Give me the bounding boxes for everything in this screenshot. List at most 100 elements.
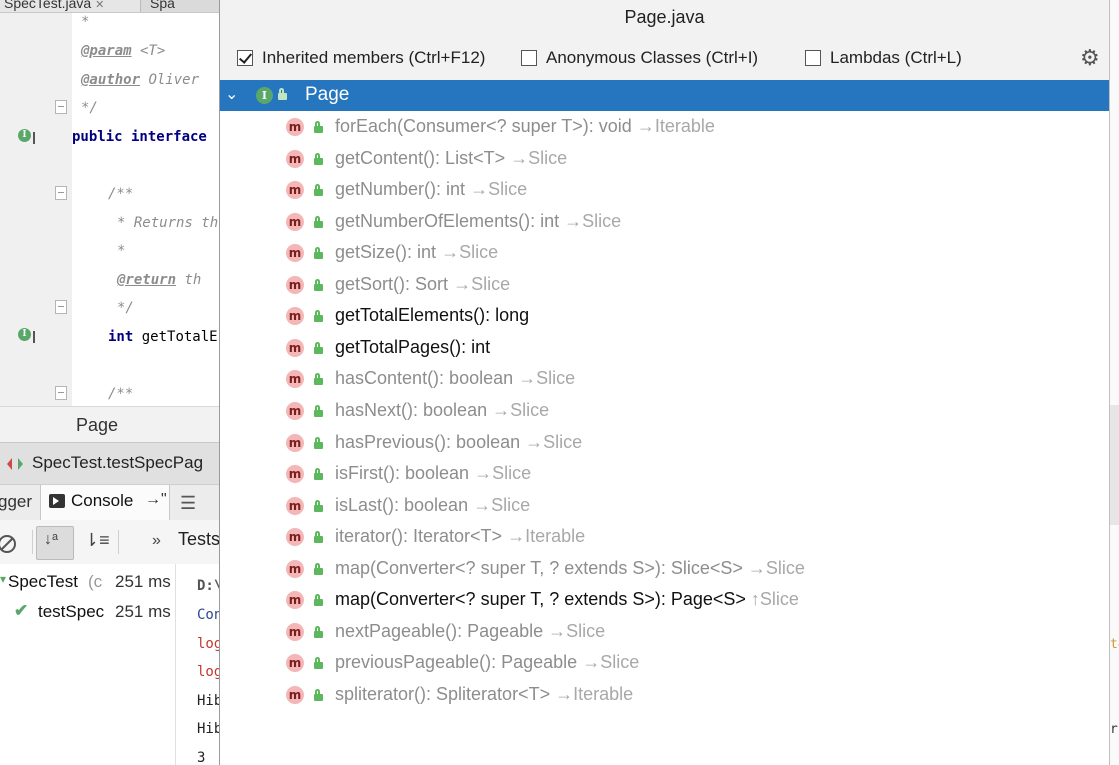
member-row[interactable]: m iterator(): Iterator<T> →Iterable <box>220 521 1109 552</box>
method-icon: m <box>286 244 304 262</box>
member-row[interactable]: m getTotalElements(): long <box>220 300 1109 331</box>
member-row[interactable]: m forEach(Consumer<? super T>): void →Ite… <box>220 111 1109 142</box>
lock-icon <box>312 531 324 543</box>
checkbox-icon[interactable] <box>805 50 821 66</box>
member-row[interactable]: m hasNext(): boolean →Slice <box>220 395 1109 426</box>
member-signature: spliterator(): Spliterator<T> →Iterable <box>335 684 633 705</box>
method-icon: m <box>286 623 304 641</box>
method-icon: m <box>286 686 304 704</box>
lock-icon <box>312 468 324 480</box>
toolbar-separator <box>32 530 33 554</box>
breadcrumb[interactable]: Page <box>0 406 220 443</box>
member-signature: getNumber(): int →Slice <box>335 179 527 200</box>
member-name: forEach(Consumer<? super T>): void <box>335 116 632 136</box>
member-source: Slice <box>536 368 576 388</box>
console-line: log <box>197 636 220 652</box>
lock-icon <box>312 279 324 291</box>
lock-icon <box>312 310 324 322</box>
member-row[interactable]: m map(Converter<? super T, ? extends S>):… <box>220 584 1109 615</box>
member-name: hasContent(): boolean <box>335 368 514 388</box>
inherited-arrow-icon: → <box>492 400 511 420</box>
tree-row-testspec[interactable]: ✔ testSpec 251 ms <box>0 601 175 628</box>
member-name: map(Converter<? super T, ? extends S>): … <box>335 558 743 578</box>
member-row[interactable]: m getSize(): int →Slice <box>220 237 1109 268</box>
member-source: Slice <box>459 242 499 262</box>
member-row[interactable]: m isFirst(): boolean →Slice <box>220 458 1109 489</box>
console-icon <box>49 494 65 508</box>
fold-marker-icon[interactable] <box>55 100 67 114</box>
member-signature: iterator(): Iterator<T> →Iterable <box>335 526 585 547</box>
lock-icon <box>312 121 324 133</box>
inherited-arrow-icon: → <box>474 463 493 483</box>
sort-alpha-button[interactable]: ↓ᵃ <box>36 526 74 560</box>
member-row[interactable]: m hasPrevious(): boolean →Slice <box>220 427 1109 458</box>
inherited-arrow-icon: → <box>555 684 574 704</box>
menu-icon[interactable]: ☰ <box>180 493 196 514</box>
implemented-marker-icon[interactable]: I <box>18 129 31 142</box>
member-signature: map(Converter<? super T, ? extends S>): … <box>335 589 799 610</box>
split-arrows-icon[interactable] <box>6 457 24 471</box>
tree-node-page[interactable]: ⌄ I Page <box>220 80 1109 111</box>
stop-icon[interactable] <box>0 533 18 555</box>
console-line: log <box>197 664 220 680</box>
implemented-marker-icon[interactable]: I <box>18 328 31 341</box>
method-icon: m <box>286 402 304 420</box>
member-row[interactable]: m previousPageable(): Pageable →Slice <box>220 647 1109 678</box>
code-line: */ <box>117 300 134 316</box>
fold-marker-icon[interactable] <box>55 186 67 200</box>
expand-icon[interactable]: ▾ <box>0 572 6 586</box>
file-structure-popup[interactable]: Page.java Inherited members (Ctrl+F12) A… <box>219 0 1110 765</box>
sort-duration-icon[interactable]: ⇂≡ <box>84 530 110 551</box>
member-source: Slice <box>510 400 550 420</box>
lock-icon <box>312 184 324 196</box>
member-name: getSize(): int <box>335 242 437 262</box>
tab-debugger[interactable]: gger <box>0 492 32 512</box>
lock-icon <box>312 657 324 669</box>
code-line: @author Oliver <box>81 72 200 88</box>
member-row[interactable]: m getNumber(): int →Slice <box>220 174 1109 205</box>
test-tree[interactable]: ▾ SpecTest (c 251 ms ✔ testSpec 251 ms <box>0 564 176 765</box>
breadcrumb-item[interactable]: Page <box>76 415 118 436</box>
gear-icon[interactable]: ⚙ <box>1080 47 1100 69</box>
popup-header[interactable]: Page.java <box>220 0 1109 38</box>
method-icon: m <box>286 370 304 388</box>
method-icon: m <box>286 307 304 325</box>
member-row[interactable]: m getContent(): List<T> →Slice <box>220 143 1109 174</box>
console-output[interactable]: D:\ Con log log Hib Hib 3 <box>176 564 220 765</box>
tab-console[interactable]: Console →" <box>40 485 170 521</box>
member-row[interactable]: m isLast(): boolean →Slice <box>220 490 1109 521</box>
member-row[interactable]: m getSort(): Sort →Slice <box>220 269 1109 300</box>
lock-icon <box>312 247 324 259</box>
member-source: Slice <box>471 274 511 294</box>
member-row[interactable]: m getTotalPages(): int <box>220 332 1109 363</box>
run-config-title[interactable]: SpecTest.testSpecPag <box>32 453 203 473</box>
editor-tab-spa[interactable]: Spa <box>146 0 220 12</box>
run-config-bar: SpecTest.testSpecPag <box>0 442 220 485</box>
checkbox-icon[interactable] <box>521 50 537 66</box>
more-chevron-icon[interactable]: » <box>152 532 161 550</box>
editor-tab-spectest[interactable]: SpecTest.java ✕ <box>0 0 141 12</box>
lock-icon <box>312 626 324 638</box>
tests-label: Tests <box>178 529 221 549</box>
code-editor[interactable]: SpecTest.java ✕ Spa * @param <T> @author … <box>0 0 220 406</box>
interface-icon: I <box>256 87 273 104</box>
close-icon[interactable]: ✕ <box>95 0 104 11</box>
fold-marker-icon[interactable] <box>55 386 67 400</box>
member-row[interactable]: m map(Converter<? super T, ? extends S>):… <box>220 553 1109 584</box>
pin-arrow-icon[interactable]: →" <box>145 491 167 509</box>
member-name: isLast(): boolean <box>335 495 469 515</box>
member-row[interactable]: m hasContent(): boolean →Slice <box>220 363 1109 394</box>
code-line: @return th <box>117 272 202 288</box>
member-name: spliterator(): Spliterator<T> <box>335 684 551 704</box>
chevron-down-icon[interactable]: ⌄ <box>225 84 238 104</box>
member-row[interactable]: m nextPageable(): Pageable →Slice <box>220 616 1109 647</box>
checkbox-checked-icon[interactable] <box>237 50 253 66</box>
editor-tab-label: SpecTest.java <box>4 0 92 11</box>
member-row[interactable]: m getNumberOfElements(): int →Slice <box>220 206 1109 237</box>
tree-row-spectest[interactable]: ▾ SpecTest (c 251 ms <box>0 572 175 598</box>
member-row[interactable]: m spliterator(): Spliterator<T> →Iterable <box>220 679 1109 710</box>
member-tree[interactable]: ⌄ I Page m forEach(Consumer<? super T>): … <box>220 80 1109 765</box>
method-icon: m <box>286 465 304 483</box>
fold-marker-icon[interactable] <box>55 300 67 314</box>
method-icon: m <box>286 560 304 578</box>
